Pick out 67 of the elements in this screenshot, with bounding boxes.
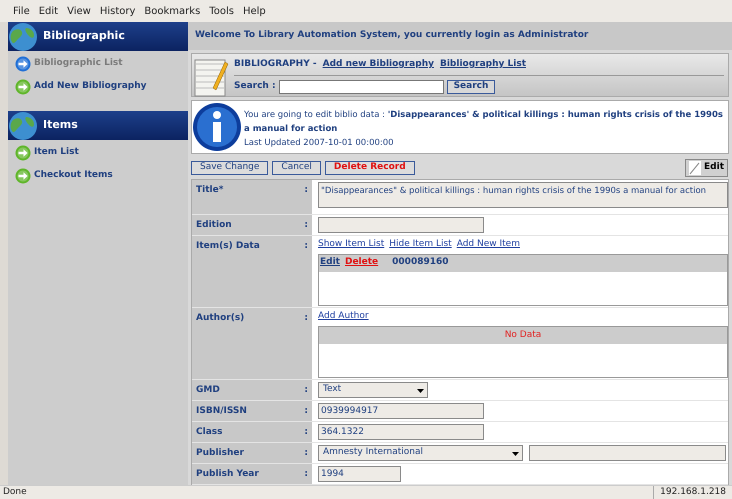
action-link[interactable]: Add New Item — [456, 238, 520, 252]
menu-item[interactable]: View — [67, 4, 91, 18]
sidebar-item[interactable]: Item List — [15, 145, 188, 161]
header-link[interactable]: Add new Bibliography — [322, 58, 434, 72]
section-title: Items — [43, 117, 78, 134]
field-label: ISBN/ISSN — [196, 405, 247, 418]
action-button[interactable]: Delete Record — [324, 160, 415, 174]
field-label: GMD — [196, 384, 220, 397]
input-field[interactable]: 1994 — [318, 466, 401, 482]
input-field[interactable] — [529, 445, 726, 461]
action-link[interactable]: Add Author — [318, 310, 369, 324]
select-field[interactable]: Amnesty International — [318, 445, 523, 461]
menu-item[interactable]: Edit — [38, 4, 58, 18]
arrow-circle-icon — [15, 145, 31, 161]
field-label: Title* — [196, 184, 224, 197]
field-colon: : — [304, 184, 308, 197]
menu-item[interactable]: Bookmarks — [144, 4, 200, 18]
input-field[interactable]: 0939994917 — [318, 403, 484, 419]
menu-item[interactable]: Help — [242, 4, 266, 18]
welcome-bar: Welcome To Library Automation System, you currently login as Administrator — [188, 22, 732, 50]
field-colon: : — [304, 240, 308, 253]
menu-item[interactable]: History — [100, 4, 136, 18]
header-link[interactable]: Bibliography List — [440, 58, 526, 72]
info-message: You are going to edit biblio data : 'Disappearances' & political killings : human rights crisis of the 1990s a manual for action — [244, 109, 724, 136]
section-title: BIBLIOGRAPHY - — [234, 58, 317, 71]
input-field[interactable] — [318, 217, 484, 233]
field-colon: : — [304, 426, 308, 439]
field-label: Class — [196, 426, 222, 439]
action-button[interactable]: Cancel — [272, 160, 321, 174]
input-field[interactable]: 364.1322 — [318, 424, 484, 440]
last-updated-text: Last Updated 2007-10-01 00:00:00 — [244, 137, 395, 150]
menu-item[interactable]: File — [13, 4, 30, 18]
sidebar-item[interactable]: Checkout Items — [15, 168, 188, 184]
menu-item[interactable]: Tools — [209, 4, 234, 18]
sidebar-item[interactable]: Add New Bibliography — [15, 79, 188, 95]
arrow-circle-icon — [15, 79, 31, 95]
field-colon: : — [304, 468, 308, 481]
globe-icon — [8, 22, 38, 52]
field-label: Edition — [196, 219, 232, 232]
status-text: Done — [2, 486, 27, 499]
title-textarea[interactable]: "Disappearances" & political killings : human rights crisis of the 1990s a manual for action — [318, 182, 728, 208]
item-code: 000089160 — [392, 256, 449, 270]
field-colon: : — [304, 312, 308, 325]
globe-icon — [8, 110, 38, 140]
pencil-icon — [689, 160, 702, 174]
arrow-circle-icon — [15, 168, 31, 184]
edit-link[interactable]: Edit — [320, 256, 340, 270]
select-field[interactable]: Text — [318, 382, 428, 398]
section-title: Bibliographic — [43, 28, 125, 44]
action-link[interactable]: Show Item List — [318, 238, 384, 252]
field-label: Publish Year — [196, 468, 259, 481]
field-label: Item(s) Data — [196, 240, 260, 253]
search-label: Search : — [234, 80, 276, 93]
field-colon: : — [304, 447, 308, 460]
no-data-text: No Data — [319, 326, 727, 344]
field-colon: : — [304, 384, 308, 397]
field-label: Author(s) — [196, 312, 244, 325]
field-label: Publisher — [196, 447, 244, 460]
search-button[interactable]: Search — [446, 80, 496, 94]
host-address: 192.168.1.218 — [653, 486, 732, 499]
search-field[interactable] — [278, 80, 444, 94]
arrow-circle-icon — [15, 56, 31, 72]
field-colon: : — [304, 219, 308, 232]
action-link[interactable]: Hide Item List — [389, 238, 452, 252]
edit-button[interactable]: Edit — [685, 158, 728, 176]
action-button[interactable]: Save Change — [191, 160, 268, 174]
field-colon: : — [304, 405, 308, 418]
